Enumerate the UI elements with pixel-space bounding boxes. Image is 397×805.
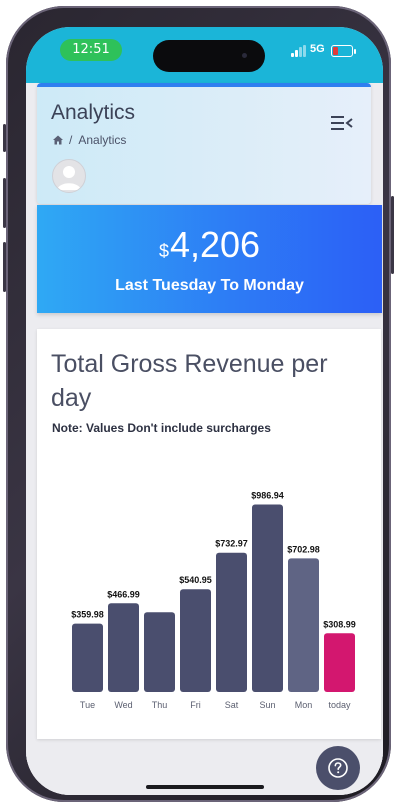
bar-today[interactable] (324, 633, 355, 692)
bar-sun[interactable] (252, 504, 283, 692)
bar-tue[interactable] (72, 623, 103, 692)
data-label-today: $308.99 (323, 619, 356, 629)
data-label-fri: $540.95 (179, 575, 212, 585)
home-indicator[interactable] (146, 785, 264, 789)
revenue-period: Last Tuesday To Monday (115, 277, 304, 294)
x-tick-fri: Fri (190, 700, 201, 710)
network-label: 5G (310, 43, 325, 55)
bar-thu[interactable] (144, 612, 175, 692)
x-tick-tue: Tue (80, 700, 95, 710)
breadcrumb-current: Analytics (78, 133, 127, 147)
signal-icon (291, 45, 306, 57)
question-circle-icon (328, 758, 348, 778)
menu-collapse-icon[interactable] (331, 115, 353, 131)
page-title: Analytics (51, 101, 136, 124)
currency-symbol: $ (158, 241, 169, 261)
user-avatar-icon (57, 166, 81, 190)
data-label-tue: $359.98 (71, 610, 104, 620)
camera-dot (242, 53, 247, 58)
revenue-value: 4,206 (169, 224, 261, 265)
revenue-bar-chart: $359.98 Tue $466.99 Wed Thu $540.95 Fri $732.97… (71, 490, 356, 710)
help-button[interactable] (316, 746, 360, 790)
page-header: Analytics / Analytics (37, 83, 371, 204)
x-tick-sat: Sat (225, 700, 239, 710)
phone-side-button (3, 124, 6, 152)
data-label-sun: $986.94 (251, 490, 284, 500)
phone-frame: 12:51 5G Analytics / Analytics $4,206 La… (3, 6, 394, 802)
x-tick-sun: Sun (259, 700, 275, 710)
bar-wed[interactable] (108, 603, 139, 692)
status-time: 12:51 (60, 39, 122, 61)
avatar[interactable] (52, 159, 86, 193)
phone-volume-up-button (3, 178, 6, 228)
home-icon[interactable] (53, 135, 63, 145)
breadcrumb: / Analytics (53, 133, 126, 147)
bar-mon[interactable] (288, 558, 319, 692)
status-bar: 12:51 5G (26, 27, 383, 83)
x-tick-mon: Mon (295, 700, 313, 710)
page-content: Analytics / Analytics $4,206 Last Tuesda… (26, 83, 383, 795)
revenue-summary-card: $4,206 Last Tuesday To Monday (37, 205, 382, 313)
battery-icon (331, 45, 356, 57)
data-label-mon: $702.98 (287, 544, 320, 554)
screen: 12:51 5G Analytics / Analytics $4,206 La… (26, 27, 383, 795)
revenue-amount: $4,206 (37, 224, 382, 266)
bar-sat[interactable] (216, 552, 247, 692)
data-label-wed: $466.99 (107, 589, 140, 599)
bar-fri[interactable] (180, 589, 211, 692)
x-tick-thu: Thu (152, 700, 168, 710)
gross-revenue-chart-card: Total Gross Revenue per day Note: Values… (37, 329, 381, 739)
x-tick-today: today (328, 700, 351, 710)
x-tick-wed: Wed (114, 700, 132, 710)
breadcrumb-separator: / (69, 133, 73, 147)
data-label-sat: $732.97 (215, 539, 248, 549)
phone-volume-down-button (3, 242, 6, 292)
phone-power-button (391, 196, 394, 274)
dynamic-island (153, 40, 265, 72)
